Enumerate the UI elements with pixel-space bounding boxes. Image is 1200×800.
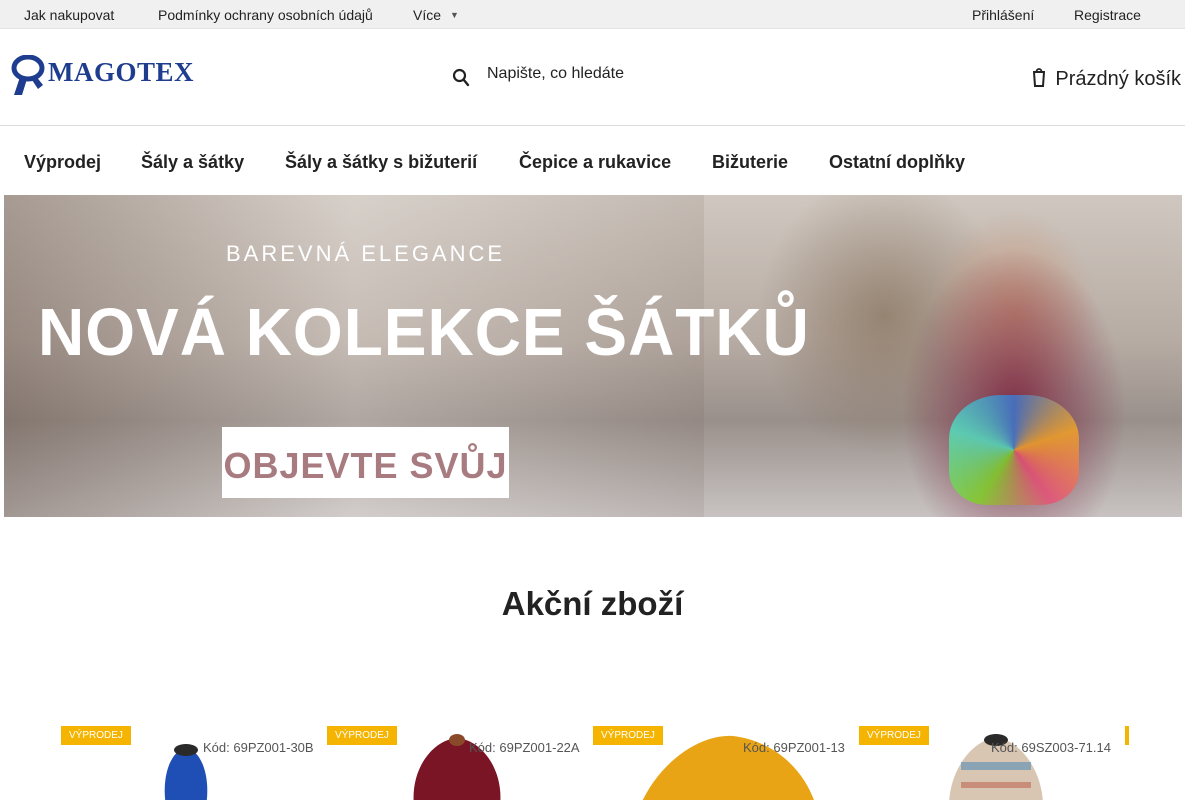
nav-item-vyprodej[interactable]: Výprodej	[24, 152, 101, 173]
chevron-down-icon: ▼	[450, 10, 459, 20]
link-more[interactable]: Více ▼	[413, 7, 459, 23]
hero-banner[interactable]: BAREVNÁ ELEGANCE NOVÁ KOLEKCE ŠÁTKŮ OBJE…	[4, 195, 1182, 517]
nav-item-saly-bizuterie[interactable]: Šály a šátky s bižuterií	[285, 152, 477, 173]
nav-item-ostatni-doplnky[interactable]: Ostatní doplňky	[829, 152, 965, 173]
section-title: Akční zboží	[501, 585, 684, 622]
cart-icon	[1033, 68, 1046, 87]
site-header: MAGOTEX Prázdný košík	[0, 29, 1185, 126]
logo-text: MAGOTEX	[48, 57, 195, 87]
sale-badge: VÝPRODEJ	[327, 726, 397, 745]
product-code: Kód: 69PZ001-13	[743, 740, 845, 755]
logo-mark-icon	[11, 54, 45, 95]
sale-badge-partial	[1125, 726, 1129, 745]
banner-tagline: BAREVNÁ ELEGANCE	[226, 241, 506, 266]
cart-button[interactable]: Prázdný košík	[1033, 65, 1181, 91]
register-link[interactable]: Registrace	[1074, 7, 1141, 23]
link-privacy-policy[interactable]: Podmínky ochrany osobních údajů	[158, 7, 373, 23]
banner-headline: NOVÁ KOLEKCE ŠÁTKŮ	[38, 294, 810, 370]
product-code: Kód: 69SZ003-71.14	[991, 740, 1111, 755]
product-card[interactable]: VÝPRODEJ Kód: 69PZ001-13	[593, 726, 859, 800]
link-jak-nakupovat[interactable]: Jak nakupovat	[24, 7, 114, 23]
product-card[interactable]: VÝPRODEJ Kód: 69PZ001-30B	[61, 726, 327, 800]
sale-badge: VÝPRODEJ	[61, 726, 131, 745]
product-card[interactable]: VÝPRODEJ Kód: 69SZ003-71.14	[859, 726, 1125, 800]
banner-scarf-image	[949, 395, 1079, 505]
banner-cta-button[interactable]: OBJEVTE SVŮJ	[222, 427, 509, 498]
main-nav: Výprodej Šály a šátky Šály a šátky s biž…	[0, 127, 1185, 195]
nav-item-bizuterie[interactable]: Bižuterie	[712, 152, 788, 173]
search-icon[interactable]	[452, 68, 470, 88]
product-card[interactable]: VÝPRODEJ Kód: 69PZ001-22A	[327, 726, 593, 800]
search-input[interactable]	[487, 65, 727, 83]
product-code: Kód: 69PZ001-22A	[469, 740, 580, 755]
cart-label: Prázdný košík	[1055, 68, 1181, 90]
banner-cta-label: OBJEVTE SVŮJ	[223, 445, 508, 486]
login-link[interactable]: Přihlášení	[972, 7, 1034, 23]
product-card-partial[interactable]	[1125, 726, 1135, 800]
nav-item-saly-a-satky[interactable]: Šály a šátky	[141, 152, 244, 173]
sale-badge: VÝPRODEJ	[859, 726, 929, 745]
link-more-label: Více	[413, 7, 442, 23]
top-bar: Jak nakupovat Podmínky ochrany osobních …	[0, 0, 1185, 29]
site-logo[interactable]: MAGOTEX	[10, 54, 194, 99]
nav-item-cepice-rukavice[interactable]: Čepice a rukavice	[519, 152, 671, 173]
product-code: Kód: 69PZ001-30B	[203, 740, 314, 755]
search-box[interactable]	[452, 63, 752, 91]
